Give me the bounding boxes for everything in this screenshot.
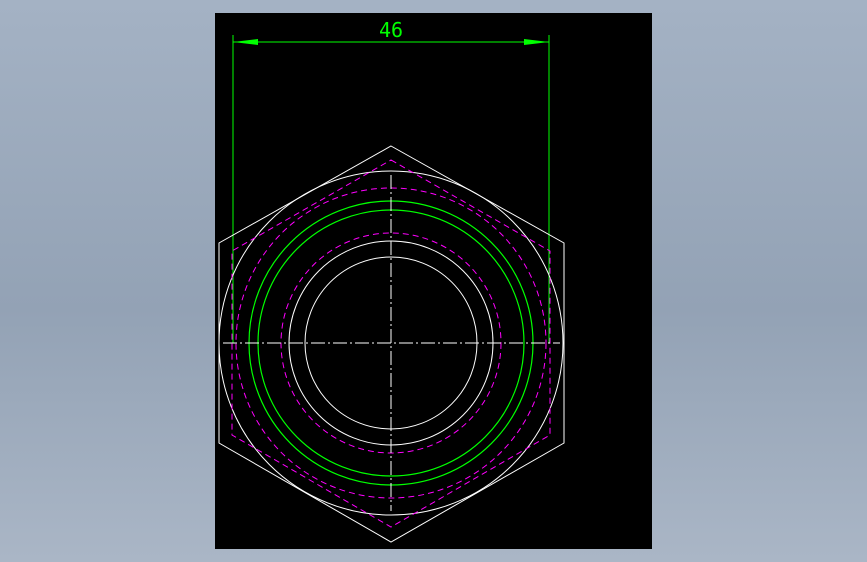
dimension-arrow-left bbox=[233, 39, 258, 45]
dimension-value: 46 bbox=[379, 18, 403, 42]
dimension-arrow-right bbox=[524, 39, 549, 45]
hex-nut-drawing: 46 bbox=[218, 18, 565, 543]
drawing-viewport[interactable]: 46 bbox=[215, 13, 652, 549]
